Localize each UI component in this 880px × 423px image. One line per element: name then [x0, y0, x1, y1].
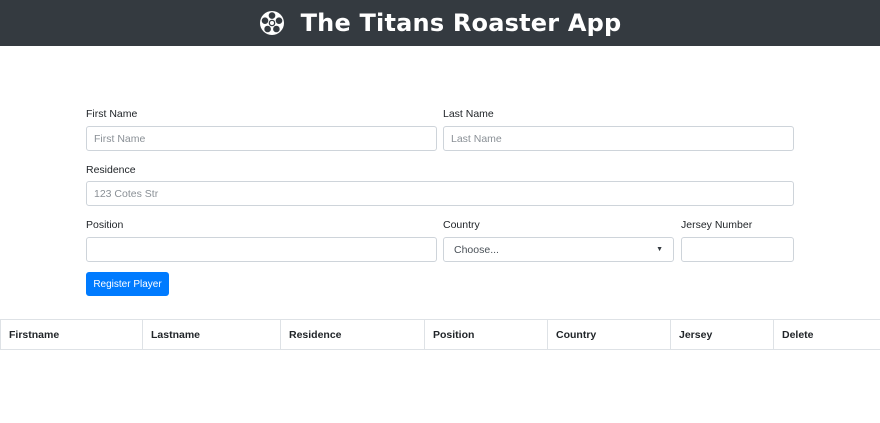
country-selected-value: Choose...	[454, 243, 499, 256]
column-header-residence: Residence	[280, 319, 425, 350]
column-header-jersey: Jersey	[670, 319, 774, 350]
column-header-lastname: Lastname	[142, 319, 281, 350]
register-player-button[interactable]: Register Player	[86, 272, 169, 296]
column-header-country: Country	[547, 319, 671, 350]
country-label: Country	[443, 219, 480, 231]
column-header-firstname: Firstname	[0, 319, 143, 350]
column-header-delete: Delete	[773, 319, 880, 350]
jersey-number-input[interactable]	[681, 237, 794, 262]
app-brand[interactable]: The Titans Roaster App	[259, 9, 622, 37]
residence-input[interactable]	[86, 181, 794, 206]
dropdown-caret-icon: ▼	[656, 246, 663, 253]
country-select[interactable]: Choose... ▼	[443, 237, 674, 262]
position-input[interactable]	[86, 237, 437, 262]
first-name-input[interactable]	[86, 126, 437, 151]
position-label: Position	[86, 219, 124, 231]
column-header-position: Position	[424, 319, 548, 350]
table-header-row: Firstname Lastname Residence Position Co…	[0, 319, 880, 350]
residence-label: Residence	[86, 164, 136, 176]
jersey-number-label: Jersey Number	[681, 219, 753, 231]
roster-table: Firstname Lastname Residence Position Co…	[0, 319, 880, 350]
soccer-ball-icon	[259, 11, 284, 35]
last-name-label: Last Name	[443, 108, 494, 120]
first-name-label: First Name	[86, 108, 138, 120]
last-name-input[interactable]	[443, 126, 794, 151]
top-navbar: The Titans Roaster App	[0, 0, 880, 46]
app-title: The Titans Roaster App	[300, 9, 622, 37]
